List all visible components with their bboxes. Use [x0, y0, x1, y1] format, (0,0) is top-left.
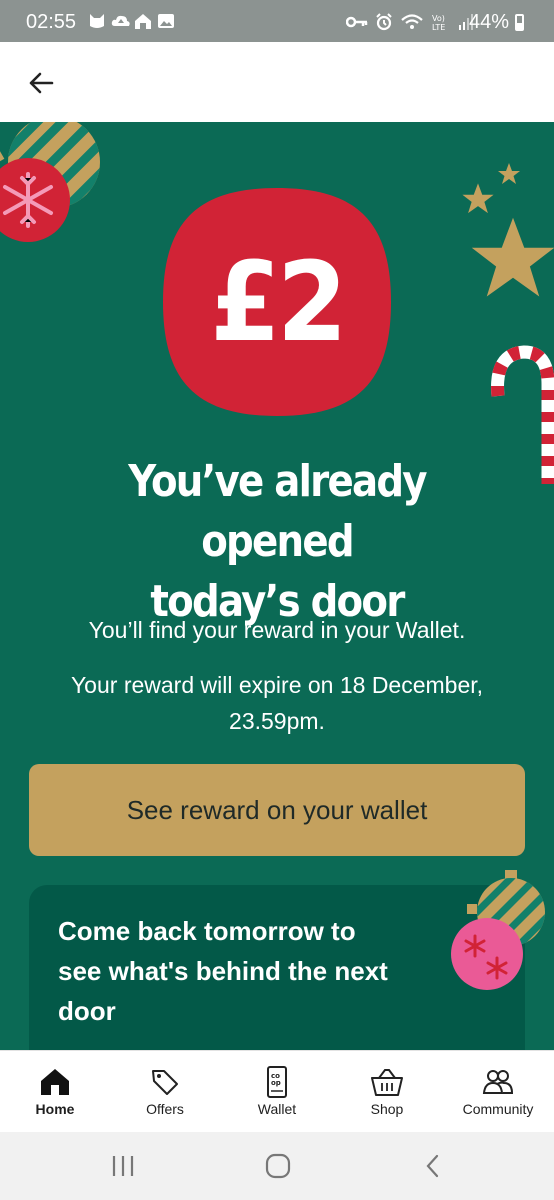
page-title: You’ve already opened today’s door — [51, 452, 503, 632]
nav-community-label: Community — [462, 1101, 534, 1117]
expiry-line-1: Your reward will expire on 18 December, — [70, 672, 484, 698]
come-back-line-2: see what's behind the next — [58, 956, 388, 986]
key-icon — [345, 15, 368, 34]
status-time: 02:55 — [26, 11, 77, 33]
cloud-upload-icon — [111, 12, 130, 30]
people-icon — [481, 1065, 515, 1099]
wifi-icon — [400, 13, 424, 36]
come-back-message: Come back tomorrow to see what's behind … — [58, 911, 448, 1031]
nav-shop-label: Shop — [370, 1101, 404, 1117]
home-system-button[interactable] — [248, 1146, 308, 1186]
battery-icon — [515, 14, 524, 31]
star-medium-icon — [462, 183, 494, 214]
alarm-icon — [375, 13, 393, 36]
come-back-line-3: door — [58, 996, 116, 1026]
back-chevron-icon — [426, 1154, 439, 1178]
svg-text:LTE: LTE — [432, 23, 445, 32]
home-signal-icon — [134, 12, 152, 30]
nav-wallet[interactable]: co op Wallet — [222, 1051, 332, 1133]
cat-icon — [88, 12, 106, 30]
basket-icon — [370, 1065, 404, 1099]
status-left-icons — [88, 12, 175, 30]
home-circle-icon — [265, 1153, 291, 1179]
volte-icon: Vo) LTE — [431, 12, 451, 37]
tag-icon — [148, 1065, 182, 1099]
bottom-navigation: Home Offers co op Wallet Shop Community — [0, 1050, 554, 1132]
expiry-line-2: 23.59pm. — [229, 708, 325, 734]
nav-shop[interactable]: Shop — [332, 1051, 442, 1133]
back-system-button[interactable] — [403, 1146, 463, 1186]
nav-home[interactable]: Home — [0, 1051, 110, 1133]
pink-snowflake-bauble-icon — [451, 904, 523, 990]
find-reward-text: You’ll find your reward in your Wallet. — [88, 617, 466, 643]
nav-home-label: Home — [35, 1101, 75, 1117]
star-small-icon — [498, 163, 520, 184]
nav-offers-label: Offers — [146, 1101, 184, 1117]
status-bar: 02:55 Vo) LTE 44% — [0, 0, 554, 42]
snowflake-bauble-icon — [0, 150, 70, 242]
home-icon — [38, 1065, 72, 1099]
app-header — [0, 42, 554, 122]
advent-reward-panel: £2 You’ve already opened today’s door Yo… — [0, 122, 554, 1050]
recents-button[interactable] — [93, 1146, 153, 1186]
star-large-icon — [471, 217, 554, 297]
gallery-icon — [157, 12, 175, 30]
nav-offers[interactable]: Offers — [110, 1051, 220, 1133]
status-right-icons: Vo) LTE — [345, 12, 474, 37]
reward-amount-badge: £2 — [157, 182, 397, 422]
arrow-left-icon — [29, 72, 54, 94]
svg-text:op: op — [271, 1079, 281, 1087]
see-reward-button[interactable]: See reward on your wallet — [29, 764, 525, 856]
recents-icon — [112, 1156, 134, 1176]
reward-amount: £2 — [210, 238, 347, 366]
expiry-text: Your reward will expire on 18 December, … — [20, 667, 534, 739]
system-navigation-bar — [0, 1132, 554, 1200]
back-button[interactable] — [24, 66, 58, 100]
headline-line-1: You’ve already opened — [128, 456, 427, 567]
svg-text:Vo): Vo) — [432, 14, 445, 23]
battery-percentage: 44% — [469, 11, 510, 33]
come-back-line-1: Come back tomorrow to — [58, 916, 356, 946]
wallet-card-icon: co op — [260, 1065, 294, 1099]
nav-wallet-label: Wallet — [257, 1101, 297, 1117]
nav-community[interactable]: Community — [443, 1051, 553, 1133]
